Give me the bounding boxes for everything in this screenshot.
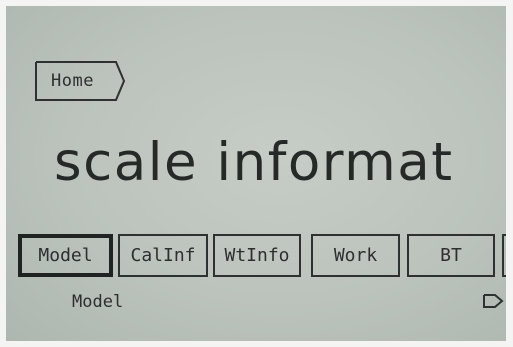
softkey-bt-label: BT xyxy=(440,245,462,266)
softkey-wtinfo-label: WtInfo xyxy=(224,245,290,266)
softkey-hint: Model xyxy=(72,292,124,312)
softkey-work[interactable]: Work xyxy=(311,234,400,277)
softkey-next-partial[interactable] xyxy=(502,234,506,277)
softkey-work-label: Work xyxy=(333,245,378,266)
arrow-tab-right-icon[interactable] xyxy=(482,293,504,309)
page-title: scale informat xyxy=(54,132,454,193)
breadcrumb-home-label: Home xyxy=(51,71,94,91)
softkey-calinf-label: CalInf xyxy=(130,245,196,266)
lcd-screen: Home scale informat Model CalInf WtInfo … xyxy=(6,6,506,341)
softkey-wtinfo[interactable]: WtInfo xyxy=(213,234,301,277)
breadcrumb-home[interactable]: Home xyxy=(34,60,126,102)
softkey-model[interactable]: Model xyxy=(18,234,113,277)
softkey-calinf[interactable]: CalInf xyxy=(118,234,208,277)
softkey-model-label: Model xyxy=(38,245,93,266)
softkey-bt[interactable]: BT xyxy=(407,234,495,277)
